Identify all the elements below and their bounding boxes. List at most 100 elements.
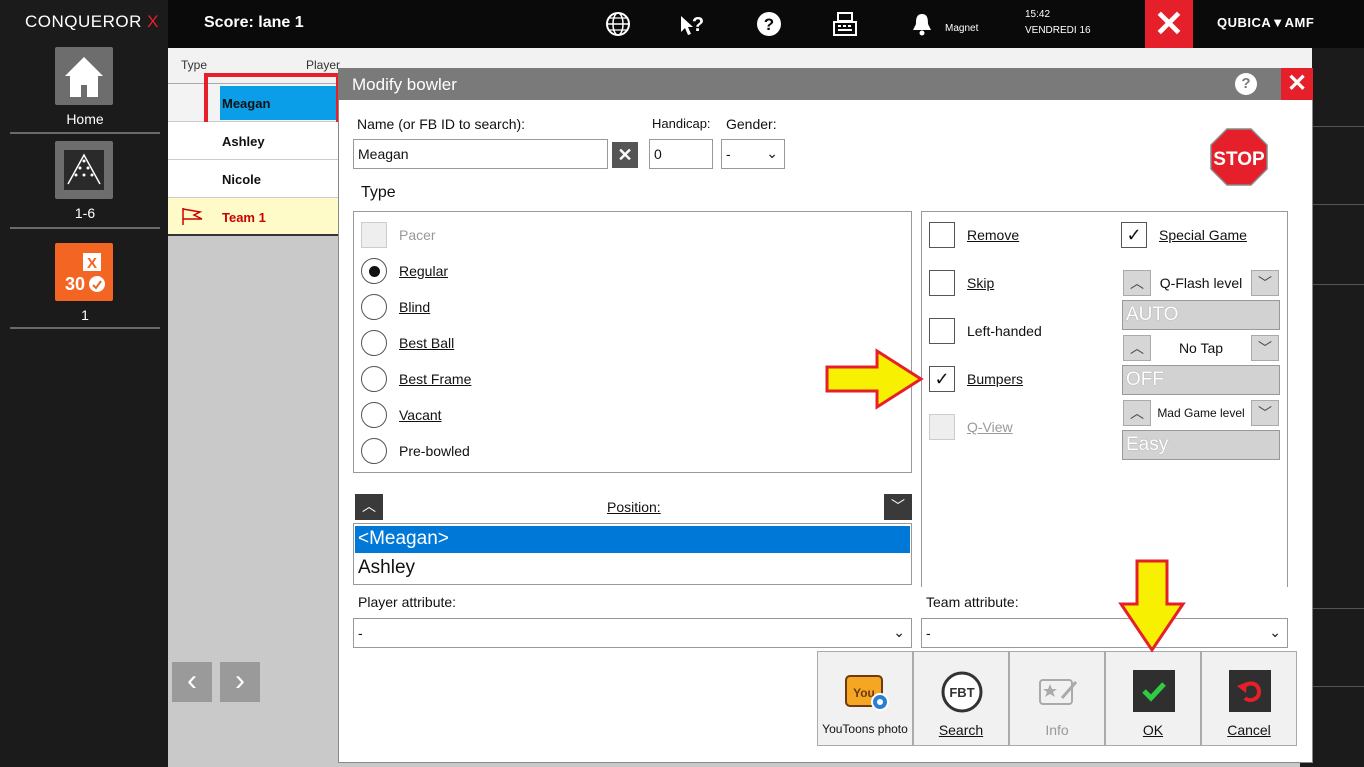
qflash-up-button[interactable]: ︿	[1123, 270, 1151, 296]
pointer-help-icon[interactable]: ?	[678, 10, 706, 38]
mad-label: Mad Game level	[1157, 406, 1245, 420]
type-radio-blind[interactable]	[361, 294, 387, 320]
sidebar-item-game[interactable]: X 30	[55, 243, 113, 301]
type-label: Blind	[399, 299, 431, 315]
flag-icon	[182, 208, 203, 225]
dialog-close-button[interactable]: ✕	[1281, 68, 1313, 100]
button-label: YouToons photo	[822, 722, 908, 736]
notap-up-button[interactable]: ︿	[1123, 335, 1151, 361]
list-item[interactable]: <Meagan>	[355, 526, 910, 553]
page-title: Score: lane 1	[204, 14, 304, 31]
type-label: Pre-bowled	[399, 443, 470, 459]
youtoons-icon: You	[845, 675, 889, 711]
button-label: OK	[1142, 722, 1164, 738]
position-label: Position:	[607, 499, 661, 515]
chevron-right-icon: ›	[235, 664, 245, 697]
svg-text:?: ?	[764, 15, 774, 34]
player-attr-label: Player attribute:	[358, 594, 457, 610]
handicap-input[interactable]: 0	[649, 139, 713, 169]
player-attr-select[interactable]: - ⌄	[353, 618, 912, 648]
ok-button[interactable]: OK	[1105, 651, 1201, 746]
option-label: Skip	[967, 275, 995, 291]
sidebar-divider	[10, 227, 160, 229]
qflash-down-button[interactable]: ﹀	[1251, 270, 1279, 296]
chevron-up-icon: ︿	[1130, 405, 1144, 421]
type-heading: Type	[361, 184, 396, 201]
notap-value: OFF	[1122, 365, 1280, 395]
special-game-checkbox[interactable]: ✓	[1121, 222, 1147, 248]
type-radio-pre-bowled[interactable]	[361, 438, 387, 464]
mad-up-button[interactable]: ︿	[1123, 400, 1151, 426]
x300-icon: X30	[65, 253, 105, 294]
option-label: Bumpers	[967, 371, 1024, 387]
type-label: Best Ball	[399, 335, 455, 351]
type-radio-best-frame[interactable]	[361, 366, 387, 392]
team-name: Team 1	[222, 210, 266, 225]
sidebar-item-home[interactable]	[55, 47, 113, 105]
bell-icon[interactable]	[908, 10, 936, 38]
sidebar-item-lanes[interactable]	[55, 141, 113, 199]
divider	[1310, 126, 1364, 127]
close-icon: ✕	[1286, 70, 1308, 97]
chevron-up-icon: ︿	[1130, 340, 1144, 356]
svg-text:STOP: STOP	[1213, 149, 1265, 170]
name-label: Name (or FB ID to search):	[357, 116, 526, 132]
col-header: Player	[306, 58, 341, 72]
notap-down-button[interactable]: ﹀	[1251, 335, 1279, 361]
help-icon[interactable]: ?	[755, 10, 783, 38]
type-radio-vacant[interactable]	[361, 402, 387, 428]
dialog-header	[338, 68, 1313, 100]
undo-icon	[1229, 670, 1271, 712]
gender-label: Gender:	[726, 116, 777, 132]
option-label: Q-View	[967, 419, 1013, 435]
annotation-arrow-down	[1118, 559, 1186, 653]
type-radio-regular[interactable]	[361, 258, 387, 284]
position-down-button[interactable]: ﹀	[884, 494, 912, 520]
bumpers-checkbox[interactable]: ✓	[929, 366, 955, 392]
type-radio-best-ball[interactable]	[361, 330, 387, 356]
button-label: Search	[938, 722, 984, 738]
name-input[interactable]: Meagan	[353, 139, 608, 169]
clear-name-button[interactable]: ✕	[612, 142, 638, 168]
checkmark-icon: ✓	[934, 369, 950, 389]
left-handed-checkbox[interactable]	[929, 318, 955, 344]
check-icon	[1133, 670, 1175, 712]
next-button[interactable]: ›	[220, 662, 260, 702]
chevron-up-icon: ︿	[1130, 275, 1144, 291]
gender-select[interactable]: - ⌄	[721, 139, 785, 169]
button-label: Info	[1045, 722, 1069, 738]
chevron-down-icon: ﹀	[1258, 405, 1272, 421]
fbt-icon: FBT	[941, 671, 983, 713]
sidebar-item-label: Home	[66, 111, 104, 127]
button-label: Cancel	[1227, 722, 1271, 738]
mad-value: Easy	[1122, 430, 1280, 460]
options-panel	[921, 211, 1288, 587]
sidebar-divider	[10, 132, 160, 134]
star-card-icon	[1039, 679, 1078, 705]
dialog-help-button[interactable]: ?	[1235, 73, 1257, 95]
option-label: Special Game	[1159, 227, 1247, 243]
globe-icon[interactable]	[604, 10, 632, 38]
position-up-button[interactable]: ︿	[355, 494, 383, 520]
list-item[interactable]: Ashley	[355, 555, 418, 581]
type-label: Best Frame	[399, 371, 472, 387]
chevron-down-icon: ⌄	[766, 145, 778, 161]
skip-checkbox[interactable]	[929, 270, 955, 296]
cancel-button[interactable]: Cancel	[1201, 651, 1297, 746]
qubica-logo: QUBICA▼AMF	[1217, 15, 1315, 30]
remove-checkbox[interactable]	[929, 222, 955, 248]
annotation-arrow-right	[825, 348, 924, 410]
sidebar-item-label: 1-6	[74, 205, 96, 221]
chevron-left-icon: ‹	[187, 664, 197, 697]
youtoons-photo-button[interactable]: You YouToons photo	[817, 651, 913, 746]
cash-register-icon[interactable]	[831, 10, 859, 38]
checkmark-icon: ✓	[1126, 225, 1142, 245]
home-icon	[65, 57, 103, 97]
dialog-title: Modify bowler	[352, 75, 457, 94]
mad-down-button[interactable]: ﹀	[1251, 400, 1279, 426]
close-app-button[interactable]: ✕	[1145, 0, 1193, 48]
team-attr-select[interactable]: - ⌄	[921, 618, 1288, 648]
prev-button[interactable]: ‹	[172, 662, 212, 702]
search-button[interactable]: FBT Search	[913, 651, 1009, 746]
chevron-up-icon: ︿	[362, 498, 376, 514]
